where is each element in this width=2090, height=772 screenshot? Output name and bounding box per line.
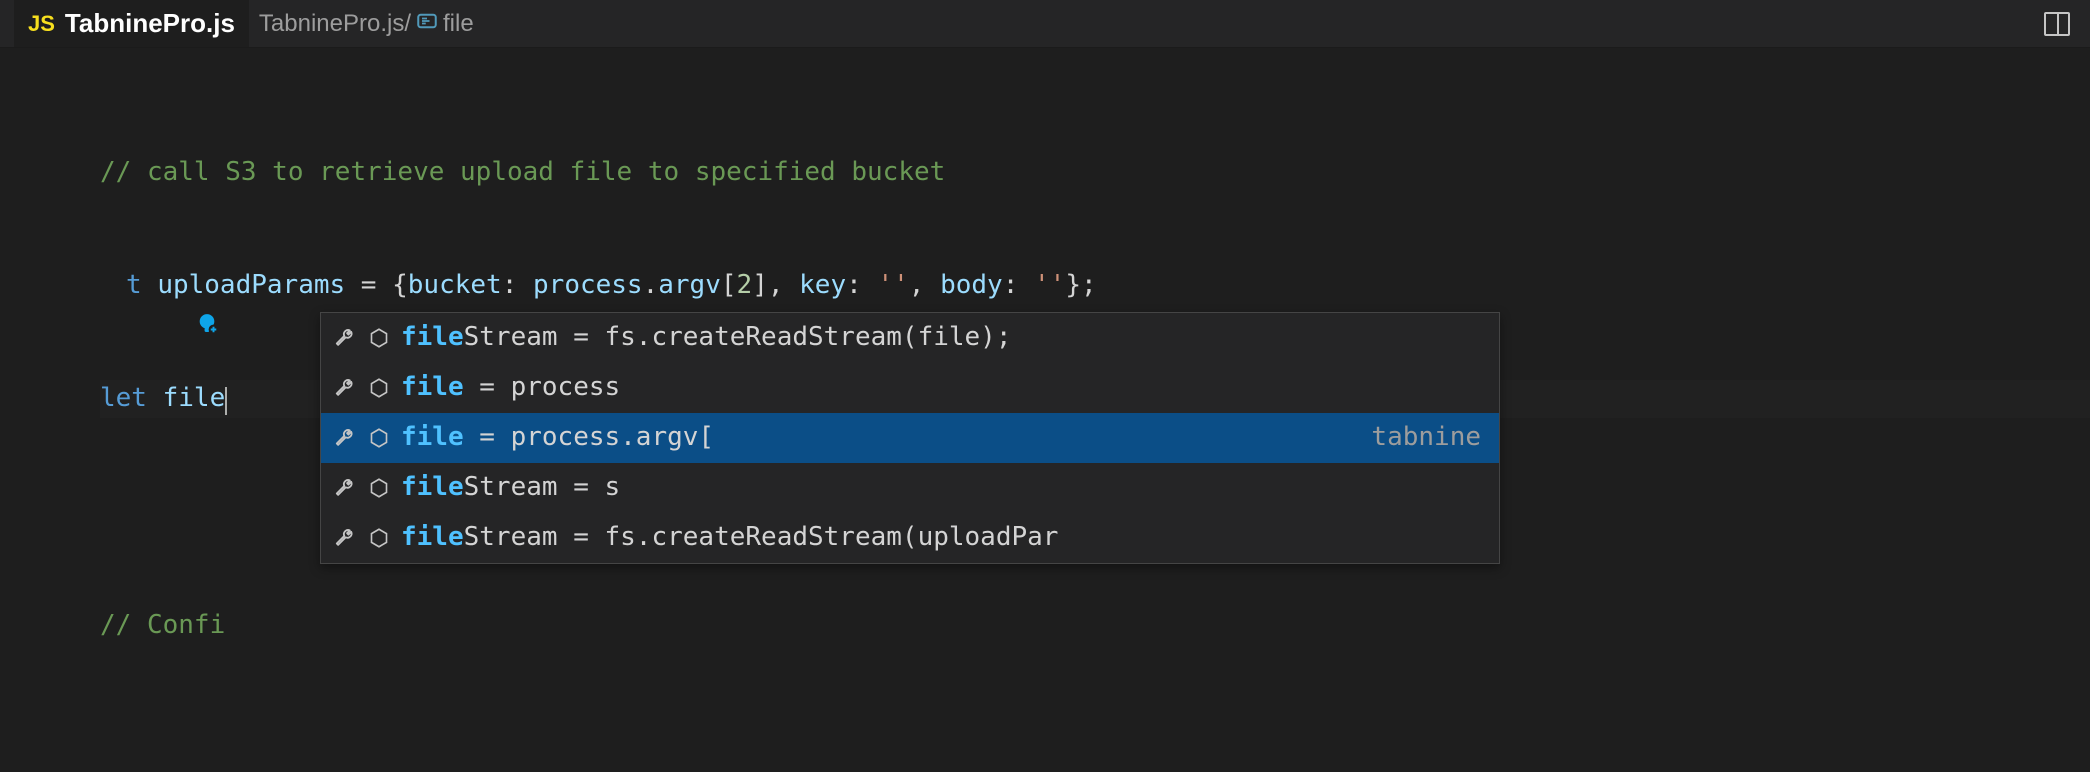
js-file-icon: JS — [28, 11, 55, 37]
dot: . — [643, 267, 659, 305]
bracket-close: ] — [752, 267, 768, 305]
suggestion-item[interactable]: fileStream = fs.createReadStream(uploadP… — [321, 513, 1499, 563]
wrench-icon — [333, 526, 357, 550]
suggestion-text: fileStream = fs.createReadStream(uploadP… — [401, 519, 1487, 557]
prop-key: key — [799, 267, 846, 305]
breadcrumb[interactable]: TabninePro.js/ file — [249, 10, 474, 38]
string-empty: '' — [1034, 267, 1065, 305]
autocomplete-popup: fileStream = fs.createReadStream(file); f… — [320, 312, 1500, 564]
wrench-icon — [333, 476, 357, 500]
suggestion-provider: tabnine — [1371, 419, 1487, 457]
symbol-icon — [417, 11, 437, 37]
suggestion-item[interactable]: fileStream = s — [321, 463, 1499, 513]
bracket-open: [ — [721, 267, 737, 305]
editor-tab[interactable]: JS TabninePro.js — [14, 0, 249, 47]
comma: , — [768, 267, 799, 305]
breadcrumb-segment: file — [443, 10, 474, 38]
ident-process: process — [533, 267, 643, 305]
wrench-icon — [333, 376, 357, 400]
hexagon-icon — [367, 426, 391, 450]
suggestion-text: fileStream = fs.createReadStream(file); — [401, 319, 1487, 357]
hexagon-icon — [367, 526, 391, 550]
op-equals: = — [345, 267, 392, 305]
tab-title: TabninePro.js — [65, 8, 235, 39]
text-cursor — [225, 387, 227, 415]
suggestion-item[interactable]: fileStream = fs.createReadStream(file); — [321, 313, 1499, 363]
prop-bucket: bucket — [408, 267, 502, 305]
wrench-icon — [333, 426, 357, 450]
identifier: uploadParams — [157, 267, 345, 305]
code-comment: // call S3 to retrieve upload file to sp… — [100, 154, 945, 192]
prop-body: body — [940, 267, 1003, 305]
colon: : — [846, 267, 877, 305]
tab-bar: JS TabninePro.js TabninePro.js/ file — [0, 0, 2090, 48]
code-comment-partial: // Confi — [100, 607, 225, 645]
suggestion-item[interactable]: file = process.argv[ tabnine — [321, 413, 1499, 463]
suggestion-text: file = process.argv[ — [401, 419, 1361, 457]
brace-close: }; — [1065, 267, 1096, 305]
keyword-let: let — [100, 380, 147, 418]
code-editor[interactable]: // call S3 to retrieve upload file to sp… — [0, 48, 2090, 758]
colon: : — [502, 267, 533, 305]
suggestion-text: file = process — [401, 369, 1487, 407]
brace-open: { — [392, 267, 408, 305]
keyword-let: t — [126, 267, 142, 305]
ident-argv: argv — [658, 267, 721, 305]
string-empty: '' — [877, 267, 908, 305]
literal-2: 2 — [737, 267, 753, 305]
hexagon-icon — [367, 326, 391, 350]
lightbulb-icon[interactable] — [100, 273, 126, 299]
comma: , — [909, 267, 940, 305]
suggestion-text: fileStream = s — [401, 469, 1487, 507]
colon: : — [1003, 267, 1034, 305]
identifier-file: file — [163, 380, 226, 418]
hexagon-icon — [367, 476, 391, 500]
breadcrumb-path: TabninePro.js/ — [259, 10, 411, 38]
hexagon-icon — [367, 376, 391, 400]
split-editor-icon[interactable] — [2044, 12, 2070, 36]
suggestion-item[interactable]: file = process — [321, 363, 1499, 413]
wrench-icon — [333, 326, 357, 350]
